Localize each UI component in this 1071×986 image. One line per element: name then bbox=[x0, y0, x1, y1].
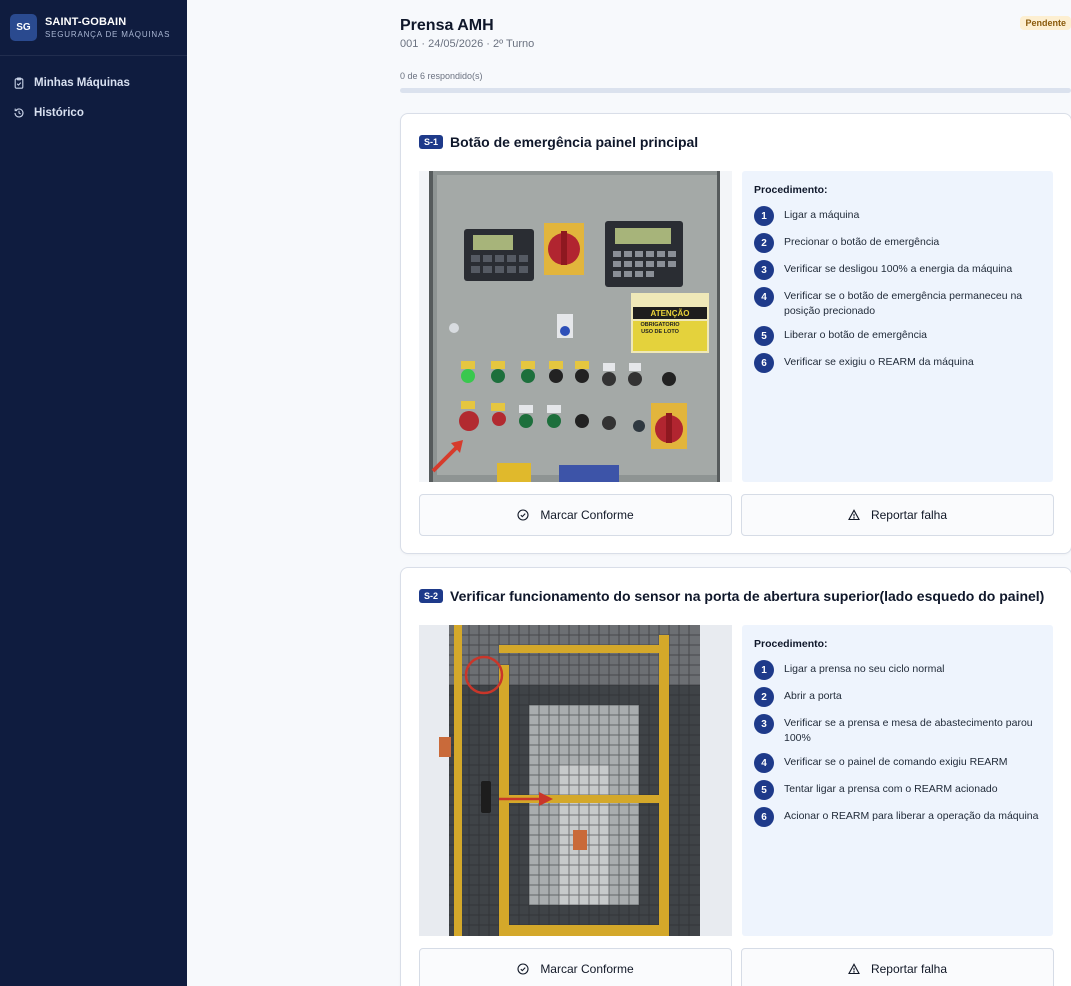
report-fault-button[interactable]: Reportar falha bbox=[741, 494, 1054, 536]
procedure-step: 5 Liberar o botão de emergência bbox=[754, 326, 1041, 346]
step-number: 1 bbox=[754, 660, 774, 680]
progress-bar bbox=[400, 88, 1071, 93]
brand-logo: SG bbox=[10, 14, 37, 41]
check-circle-icon bbox=[517, 963, 529, 975]
history-icon bbox=[14, 108, 24, 118]
step-text: Verificar se o painel de comando exigiu … bbox=[784, 756, 1008, 768]
mark-conform-button[interactable]: Marcar Conforme bbox=[419, 948, 732, 986]
procedure-title: Procedimento: bbox=[754, 184, 828, 196]
page-subtitle: 001 · 24/05/2026 · 2º Turno bbox=[400, 38, 535, 50]
step-number: 6 bbox=[754, 353, 774, 373]
step-text: Liberar o botão de emergência bbox=[784, 329, 928, 341]
procedure-step: 1 Ligar a máquina bbox=[754, 206, 1041, 226]
step-text: Ligar a prensa no seu ciclo normal bbox=[784, 663, 945, 675]
item-title: Verificar funcionamento do sensor na por… bbox=[450, 588, 1045, 604]
control-panel-image: ATENÇÃO OBRIGATÓRIO USO DE LOTO bbox=[419, 171, 732, 482]
item-title: Botão de emergência painel principal bbox=[450, 134, 699, 150]
main-content: Prensa AMH 001 · 24/05/2026 · 2º Turno P… bbox=[187, 0, 1071, 986]
step-text: Verificar se a prensa e mesa de abasteci… bbox=[784, 717, 1033, 744]
mark-conform-label: Marcar Conforme bbox=[540, 962, 634, 976]
item-code-tag: S-1 bbox=[419, 135, 444, 149]
warning-sign-text: OBRIGATÓRIO USO DE LOTO bbox=[640, 322, 680, 335]
brand-tagline: SEGURANÇA DE MÁQUINAS bbox=[45, 29, 171, 39]
step-text: Verificar se o botão de emergência perma… bbox=[784, 290, 1023, 317]
step-number: 6 bbox=[754, 807, 774, 827]
sidebar: SG SAINT-GOBAIN SEGURANÇA DE MÁQUINAS Mi… bbox=[0, 0, 187, 986]
procedure-step: 3 Verificar se a prensa e mesa de abastec… bbox=[754, 714, 1041, 746]
report-fault-button[interactable]: Reportar falha bbox=[741, 948, 1054, 986]
check-circle-icon bbox=[517, 509, 529, 521]
procedure-step: 5 Tentar ligar a prensa com o REARM acion… bbox=[754, 780, 1041, 800]
step-number: 2 bbox=[754, 687, 774, 707]
step-text: Verificar se desligou 100% a energia da … bbox=[784, 263, 1013, 275]
step-number: 1 bbox=[754, 206, 774, 226]
procedure-step: 3 Verificar se desligou 100% a energia da… bbox=[754, 260, 1041, 280]
procedure-step: 4 Verificar se o painel de comando exigiu… bbox=[754, 753, 1041, 773]
procedure-step: 2 Abrir a porta bbox=[754, 687, 1041, 707]
item-photo bbox=[419, 625, 732, 936]
sidebar-item-label: Minhas Máquinas bbox=[34, 77, 130, 89]
report-fault-label: Reportar falha bbox=[870, 508, 948, 522]
safety-door-image bbox=[419, 625, 732, 936]
status-badge: Pendente bbox=[1020, 16, 1071, 30]
step-number: 3 bbox=[754, 714, 774, 734]
sidebar-item-historico[interactable]: Histórico bbox=[0, 98, 187, 128]
checklist-item-card: S-1 Botão de emergência painel principal bbox=[400, 113, 1071, 554]
procedure-panel: Procedimento: 1 Ligar a máquina 2 Preciona… bbox=[742, 171, 1053, 482]
brand-name: SAINT-GOBAIN bbox=[45, 15, 127, 28]
step-number: 4 bbox=[754, 753, 774, 773]
sidebar-nav: Minhas Máquinas Histórico bbox=[0, 56, 187, 128]
step-text: Precionar o botão de emergência bbox=[784, 236, 940, 248]
report-fault-label: Reportar falha bbox=[870, 962, 948, 976]
mark-conform-button[interactable]: Marcar Conforme bbox=[419, 494, 732, 536]
step-text: Verificar se exigiu o REARM da máquina bbox=[784, 356, 974, 368]
page-header: Prensa AMH 001 · 24/05/2026 · 2º Turno P… bbox=[400, 16, 1071, 50]
checklist-item-card: S-2 Verificar funcionamento do sensor na… bbox=[400, 567, 1071, 986]
step-number: 3 bbox=[754, 260, 774, 280]
clipboard-icon bbox=[14, 77, 24, 89]
progress-label: 0 de 6 respondido(s) bbox=[400, 71, 483, 81]
item-photo: ATENÇÃO OBRIGATÓRIO USO DE LOTO bbox=[419, 171, 732, 482]
procedure-step: 6 Acionar o REARM para liberar a operação… bbox=[754, 807, 1041, 827]
procedure-step: 6 Verificar se exigiu o REARM da máquina bbox=[754, 353, 1041, 373]
step-text: Ligar a máquina bbox=[784, 209, 860, 221]
sidebar-item-minhas-maquinas[interactable]: Minhas Máquinas bbox=[0, 68, 187, 98]
warning-sign-title: ATENÇÃO bbox=[651, 309, 690, 318]
step-text: Abrir a porta bbox=[784, 690, 842, 702]
page-title: Prensa AMH bbox=[400, 17, 494, 34]
sidebar-item-label: Histórico bbox=[34, 107, 84, 119]
brand: SG SAINT-GOBAIN SEGURANÇA DE MÁQUINAS bbox=[0, 0, 187, 56]
procedure-panel: Procedimento: 1 Ligar a prensa no seu cic… bbox=[742, 625, 1053, 936]
step-number: 2 bbox=[754, 233, 774, 253]
procedure-step: 4 Verificar se o botão de emergência perm… bbox=[754, 287, 1041, 319]
step-number: 4 bbox=[754, 287, 774, 307]
procedure-step: 2 Precionar o botão de emergência bbox=[754, 233, 1041, 253]
warning-triangle-icon bbox=[848, 963, 860, 975]
mark-conform-label: Marcar Conforme bbox=[540, 508, 634, 522]
step-text: Acionar o REARM para liberar a operação … bbox=[784, 810, 1039, 822]
procedure-step: 1 Ligar a prensa no seu ciclo normal bbox=[754, 660, 1041, 680]
procedure-title: Procedimento: bbox=[754, 638, 828, 650]
step-number: 5 bbox=[754, 326, 774, 346]
step-text: Tentar ligar a prensa com o REARM aciona… bbox=[784, 783, 998, 795]
step-number: 5 bbox=[754, 780, 774, 800]
warning-triangle-icon bbox=[848, 509, 860, 521]
item-code-tag: S-2 bbox=[419, 589, 444, 603]
